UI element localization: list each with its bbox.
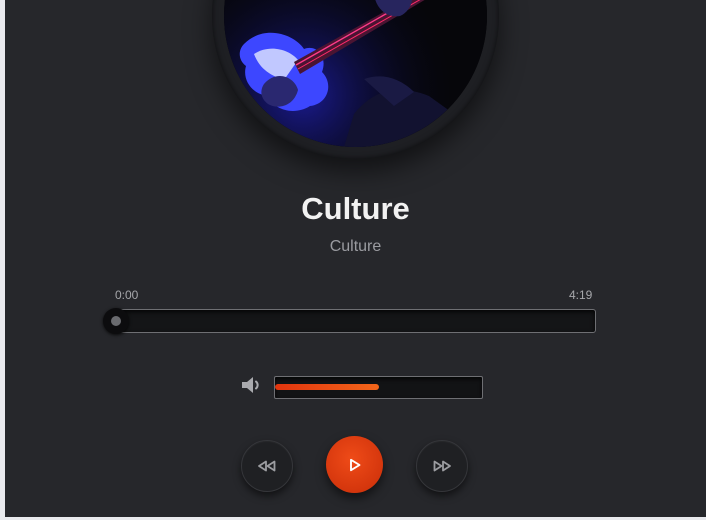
volume-slider[interactable] [274,376,483,399]
track-title: Culture [301,191,410,226]
total-time: 4:19 [569,288,593,302]
play-button[interactable] [326,436,383,493]
progress-slider[interactable] [103,308,596,334]
rewind-icon [258,460,276,472]
play-icon [349,458,360,471]
fast-forward-button[interactable] [416,440,468,492]
volume-icon-graphic [242,377,259,393]
fast-forward-icon [433,460,451,472]
music-player: Culture Culture 0:00 4:19 [5,0,706,517]
current-time: 0:00 [115,288,139,302]
track-artist: Culture [329,238,382,255]
rewind-button[interactable] [241,440,293,492]
volume-icon[interactable] [240,374,264,396]
volume-fill [275,384,379,390]
progress-handle[interactable] [103,308,129,334]
